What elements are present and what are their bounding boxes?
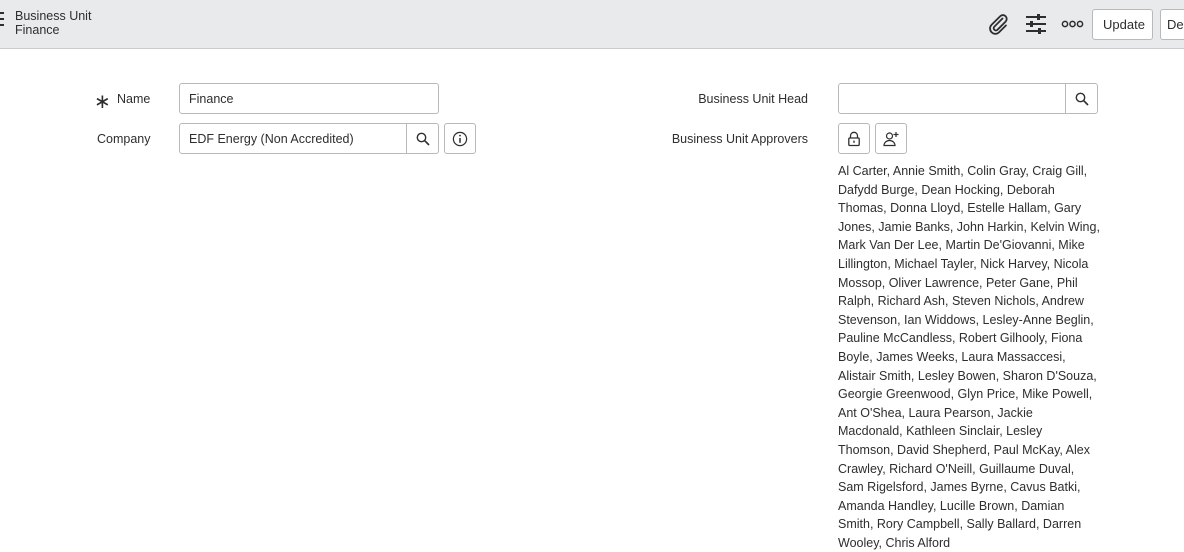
business-unit-head-lookup-button[interactable] — [1065, 83, 1098, 114]
name-label: Name — [117, 92, 151, 106]
unlock-approvers-button[interactable] — [838, 123, 870, 154]
add-user-icon — [883, 131, 899, 146]
search-icon — [1075, 92, 1089, 106]
delete-button[interactable]: De — [1160, 9, 1184, 40]
info-icon — [452, 131, 468, 146]
required-indicator-icon: ∗ — [94, 91, 111, 113]
update-button[interactable]: Update — [1092, 9, 1153, 40]
menu-icon[interactable] — [0, 12, 4, 28]
sliders-icon[interactable] — [1024, 12, 1048, 36]
business-unit-approvers-list: Al Carter, Annie Smith, Colin Gray, Crai… — [838, 164, 1100, 550]
company-field[interactable] — [179, 123, 408, 154]
name-field[interactable] — [179, 83, 439, 114]
lock-icon — [848, 131, 860, 146]
business-unit-head-field[interactable] — [838, 83, 1067, 114]
record-name-subtitle: Finance — [15, 23, 60, 37]
more-options-icon[interactable] — [1061, 12, 1085, 36]
paperclip-icon[interactable] — [986, 12, 1010, 36]
company-label: Company — [97, 132, 151, 146]
business-unit-head-label: Business Unit Head — [698, 92, 808, 106]
company-info-button[interactable] — [444, 123, 476, 154]
company-lookup-button[interactable] — [406, 123, 439, 154]
search-icon — [416, 132, 430, 146]
record-type-title: Business Unit — [15, 9, 92, 23]
business-unit-approvers-label: Business Unit Approvers — [671, 132, 808, 146]
form-header: Business Unit Finance Update De — [0, 0, 1184, 49]
add-me-approvers-button[interactable] — [875, 123, 907, 154]
